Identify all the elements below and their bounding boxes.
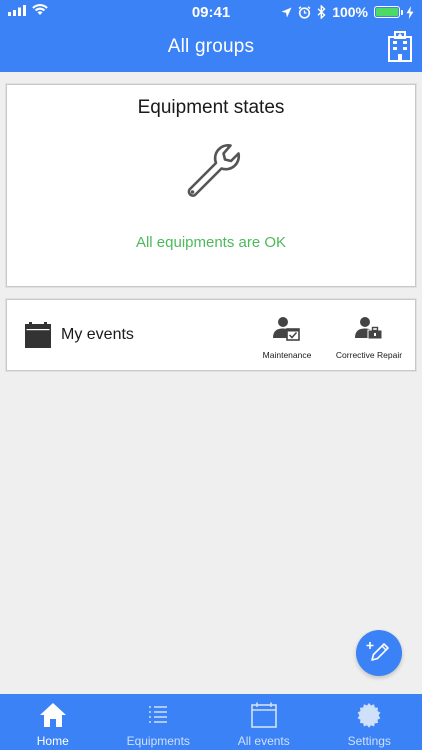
battery-fill — [376, 8, 398, 16]
user-toolbox-icon — [355, 317, 383, 340]
my-events-card[interactable]: My events Maintenance Corrective Repair — [6, 299, 416, 371]
charging-icon — [406, 5, 414, 19]
bottom-nav: Home Equipments All events Settings — [0, 694, 422, 750]
building-button[interactable] — [386, 30, 414, 62]
calendar-icon — [25, 322, 51, 348]
gear-icon — [357, 703, 381, 728]
corrective-repair-event-type[interactable]: Corrective Repair — [325, 316, 413, 360]
home-icon — [39, 703, 66, 727]
page-title: All groups — [167, 36, 255, 57]
nav-item-home[interactable]: Home — [0, 694, 106, 750]
nav-item-settings[interactable]: Settings — [317, 694, 422, 750]
nav-item-all-events[interactable]: All events — [211, 694, 317, 750]
nav-item-equipments[interactable]: Equipments — [106, 694, 212, 750]
battery-icon — [374, 6, 403, 18]
bluetooth-icon — [317, 5, 326, 19]
nav-label-home: Home — [36, 734, 69, 748]
equipment-states-card[interactable]: Equipment states All equipments are OK — [6, 84, 416, 287]
battery-percent: 100% — [332, 4, 368, 20]
nav-label-all-events: All events — [237, 734, 290, 748]
maintenance-label: Maintenance — [262, 350, 312, 360]
calendar-icon — [250, 702, 277, 728]
building-icon — [388, 31, 412, 62]
equipment-status-text: All equipments are OK — [135, 234, 287, 251]
location-icon — [281, 7, 292, 17]
corrective-repair-label: Corrective Repair — [335, 350, 403, 360]
maintenance-event-type[interactable]: Maintenance — [257, 316, 317, 360]
status-bar: 09:41 100% — [0, 0, 422, 24]
my-events-label: My events — [61, 326, 134, 343]
app-header: 09:41 100% All groups — [0, 0, 422, 72]
new-event-fab[interactable] — [356, 630, 402, 676]
list-icon — [149, 706, 168, 723]
alarm-icon — [298, 5, 311, 19]
status-right: 100% — [281, 4, 414, 20]
nav-label-equipments: Equipments — [126, 734, 190, 748]
wrench-icon — [187, 143, 241, 197]
user-check-icon — [273, 317, 300, 341]
edit-plus-icon — [366, 642, 389, 661]
nav-label-settings: Settings — [347, 734, 391, 748]
equipment-states-title: Equipment states — [137, 97, 285, 118]
